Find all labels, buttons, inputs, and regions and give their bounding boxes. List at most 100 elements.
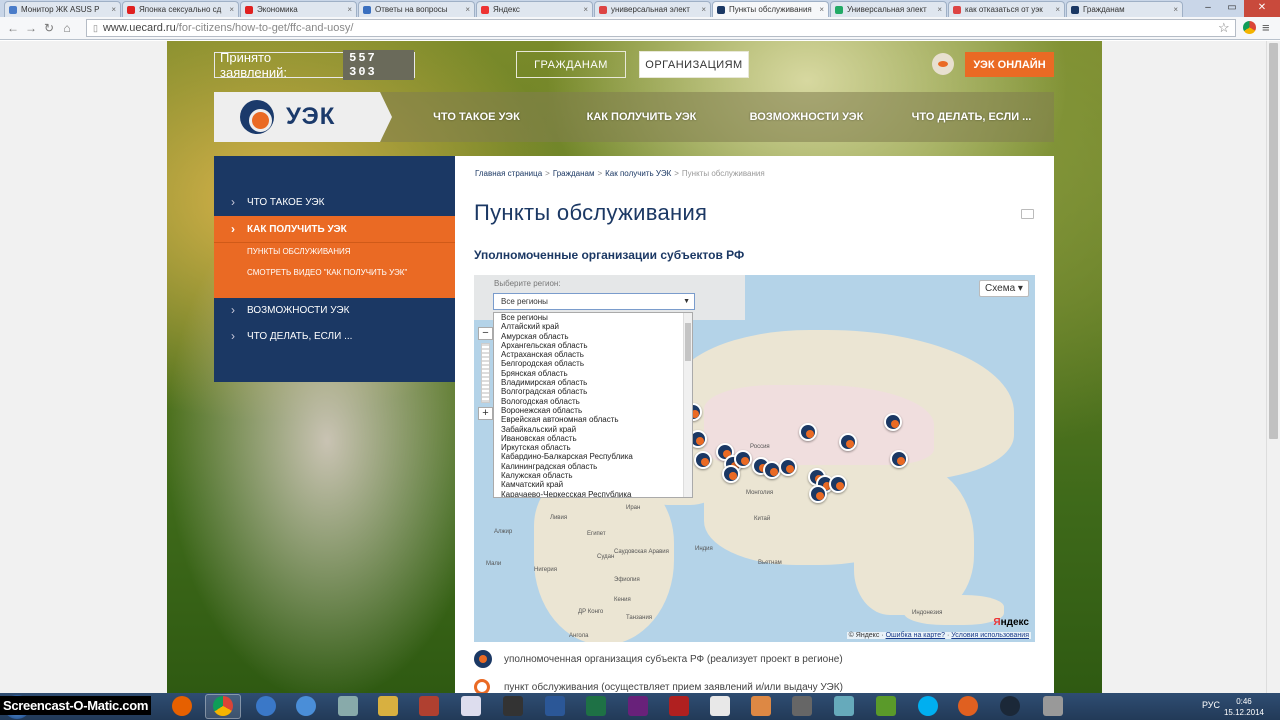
browser-tab[interactable]: Монитор ЖК ASUS P × — [4, 1, 121, 17]
steam-icon[interactable] — [1000, 696, 1020, 716]
sidebar-item-what-is[interactable]: › ЧТО ТАКОЕ УЭК — [214, 189, 455, 215]
browser-tab[interactable]: Ответы на вопросы × — [358, 1, 475, 17]
close-tab-icon[interactable]: × — [1173, 5, 1178, 14]
yandex-map[interactable]: Россия Монголия Китай Индия Египет Судан… — [474, 275, 1035, 642]
filezilla-icon[interactable] — [669, 696, 689, 716]
service-point-marker[interactable] — [734, 450, 752, 468]
region-option[interactable]: Амурская область — [501, 332, 692, 341]
dropdown-scrollbar[interactable] — [683, 313, 692, 497]
region-option[interactable]: Иркутская область — [501, 443, 692, 452]
print-icon[interactable] — [1021, 209, 1034, 219]
zoom-out-icon[interactable]: − — [478, 327, 493, 340]
region-option[interactable]: Карачаево-Черкесская Республика — [501, 490, 692, 497]
region-option[interactable]: Все регионы — [501, 313, 692, 322]
close-tab-icon[interactable]: × — [937, 5, 942, 14]
service-point-marker[interactable] — [829, 475, 847, 493]
service-point-marker[interactable] — [809, 485, 827, 503]
tool-icon[interactable] — [792, 696, 812, 716]
browser-tab[interactable]: как отказаться от уэк × — [948, 1, 1065, 17]
menu-icon[interactable]: ≡ — [1262, 20, 1270, 35]
map-type-button[interactable]: Схема ▾ — [979, 280, 1029, 297]
back-icon[interactable]: ← — [4, 21, 22, 35]
region-option[interactable]: Алтайский край — [501, 322, 692, 331]
service-point-marker[interactable] — [779, 458, 797, 476]
service-point-marker[interactable] — [694, 451, 712, 469]
note-icon[interactable] — [834, 696, 854, 716]
window-icon[interactable] — [1043, 696, 1063, 716]
maximize-icon[interactable]: ▭ — [1220, 0, 1244, 17]
reload-icon[interactable]: ↻ — [40, 21, 58, 35]
visual-studio-icon[interactable] — [628, 696, 648, 716]
browser-tab[interactable]: Яндекс × — [476, 1, 593, 17]
zoom-slider[interactable] — [481, 343, 490, 403]
browser-tab[interactable]: Экономика × — [240, 1, 357, 17]
close-window-icon[interactable]: ✕ — [1244, 0, 1280, 17]
service-point-marker[interactable] — [799, 423, 817, 441]
region-select[interactable]: Все регионы ▼ — [493, 293, 695, 310]
close-tab-icon[interactable]: × — [229, 5, 234, 14]
close-tab-icon[interactable]: × — [583, 5, 588, 14]
language-indicator[interactable]: РУС — [1202, 700, 1220, 710]
browser-tab[interactable]: Гражданам × — [1066, 1, 1183, 17]
bookmark-star-icon[interactable]: ☆ — [1218, 20, 1230, 36]
sidebar-subitem-video[interactable]: СМОТРЕТЬ ВИДЕО "КАК ПОЛУЧИТЬ УЭК" — [247, 268, 407, 277]
region-option[interactable]: Камчатский край — [501, 480, 692, 489]
breadcrumb-link[interactable]: Гражданам — [553, 169, 595, 178]
region-option[interactable]: Вологодская область — [501, 397, 692, 406]
nav-item-how-to-get[interactable]: КАК ПОЛУЧИТЬ УЭК — [559, 92, 724, 142]
notepad-icon[interactable] — [710, 696, 730, 716]
address-bar[interactable]: ▯ www.uecard.ru/for-citizens/how-to-get/… — [86, 19, 1236, 37]
map-error-link[interactable]: Ошибка на карте? — [886, 632, 946, 639]
terms-link[interactable]: Условия использования — [951, 632, 1029, 639]
region-option[interactable]: Калужская область — [501, 471, 692, 480]
region-option[interactable]: Ивановская область — [501, 434, 692, 443]
close-tab-icon[interactable]: × — [347, 5, 352, 14]
sidebar-item-what-to-do[interactable]: › ЧТО ДЕЛАТЬ, ЕСЛИ ... — [214, 323, 455, 349]
region-option[interactable]: Белгородская область — [501, 359, 692, 368]
browser-tab[interactable]: Японка сексуально сд × — [122, 1, 239, 17]
screen-icon[interactable] — [958, 696, 978, 716]
service-point-marker[interactable] — [839, 433, 857, 451]
explorer-icon[interactable] — [378, 696, 398, 716]
clock[interactable]: 0:46 15.12.2014 — [1224, 696, 1264, 718]
region-option[interactable]: Брянская область — [501, 369, 692, 378]
eye-icon[interactable] — [932, 53, 954, 75]
sidebar-item-features[interactable]: › ВОЗМОЖНОСТИ УЭК — [214, 297, 455, 323]
service-point-marker[interactable] — [884, 413, 902, 431]
close-tab-icon[interactable]: × — [819, 5, 824, 14]
close-tab-icon[interactable]: × — [1055, 5, 1060, 14]
firefox-icon[interactable] — [172, 696, 192, 716]
close-tab-icon[interactable]: × — [111, 5, 116, 14]
utorrent-icon[interactable] — [876, 696, 896, 716]
breadcrumb-link[interactable]: Как получить УЭК — [605, 169, 671, 178]
forward-icon[interactable]: → — [22, 21, 40, 35]
service-point-marker[interactable] — [763, 461, 781, 479]
tools-icon[interactable] — [338, 696, 358, 716]
media-icon[interactable] — [503, 696, 523, 716]
toggle-citizens[interactable]: ГРАЖДАНАМ — [516, 51, 626, 78]
archive-icon[interactable] — [419, 696, 439, 716]
minimize-icon[interactable]: ‒ — [1196, 0, 1220, 17]
uek-online-button[interactable]: УЭК ОНЛАЙН — [965, 52, 1054, 77]
browser-tab-active[interactable]: Пункты обслуживания × — [712, 1, 829, 17]
home-icon[interactable]: ⌂ — [58, 21, 76, 35]
service-point-marker[interactable] — [722, 465, 740, 483]
globe-icon[interactable] — [256, 696, 276, 716]
browser-tab[interactable]: универсальная элект × — [594, 1, 711, 17]
sidebar-subitem-service-points[interactable]: ПУНКТЫ ОБСЛУЖИВАНИЯ — [247, 247, 351, 256]
region-option[interactable]: Волгоградская область — [501, 387, 692, 396]
chrome-icon[interactable] — [1243, 21, 1256, 34]
nav-item-what-to-do[interactable]: ЧТО ДЕЛАТЬ, ЕСЛИ ... — [889, 92, 1054, 142]
sidebar-item-how-to-get[interactable]: › КАК ПОЛУЧИТЬ УЭК — [214, 216, 455, 242]
region-option[interactable]: Забайкальский край — [501, 425, 692, 434]
calculator-icon[interactable] — [461, 696, 481, 716]
zoom-in-icon[interactable]: + — [478, 407, 493, 420]
region-option[interactable]: Архангельская область — [501, 341, 692, 350]
region-option[interactable]: Калининградская область — [501, 462, 692, 471]
toggle-organizations[interactable]: ОРГАНИЗАЦИЯМ — [639, 51, 749, 78]
region-option[interactable]: Владимирская область — [501, 378, 692, 387]
region-option[interactable]: Воронежская область — [501, 406, 692, 415]
region-option[interactable]: Еврейская автономная область — [501, 415, 692, 424]
word-icon[interactable] — [545, 696, 565, 716]
close-tab-icon[interactable]: × — [701, 5, 706, 14]
